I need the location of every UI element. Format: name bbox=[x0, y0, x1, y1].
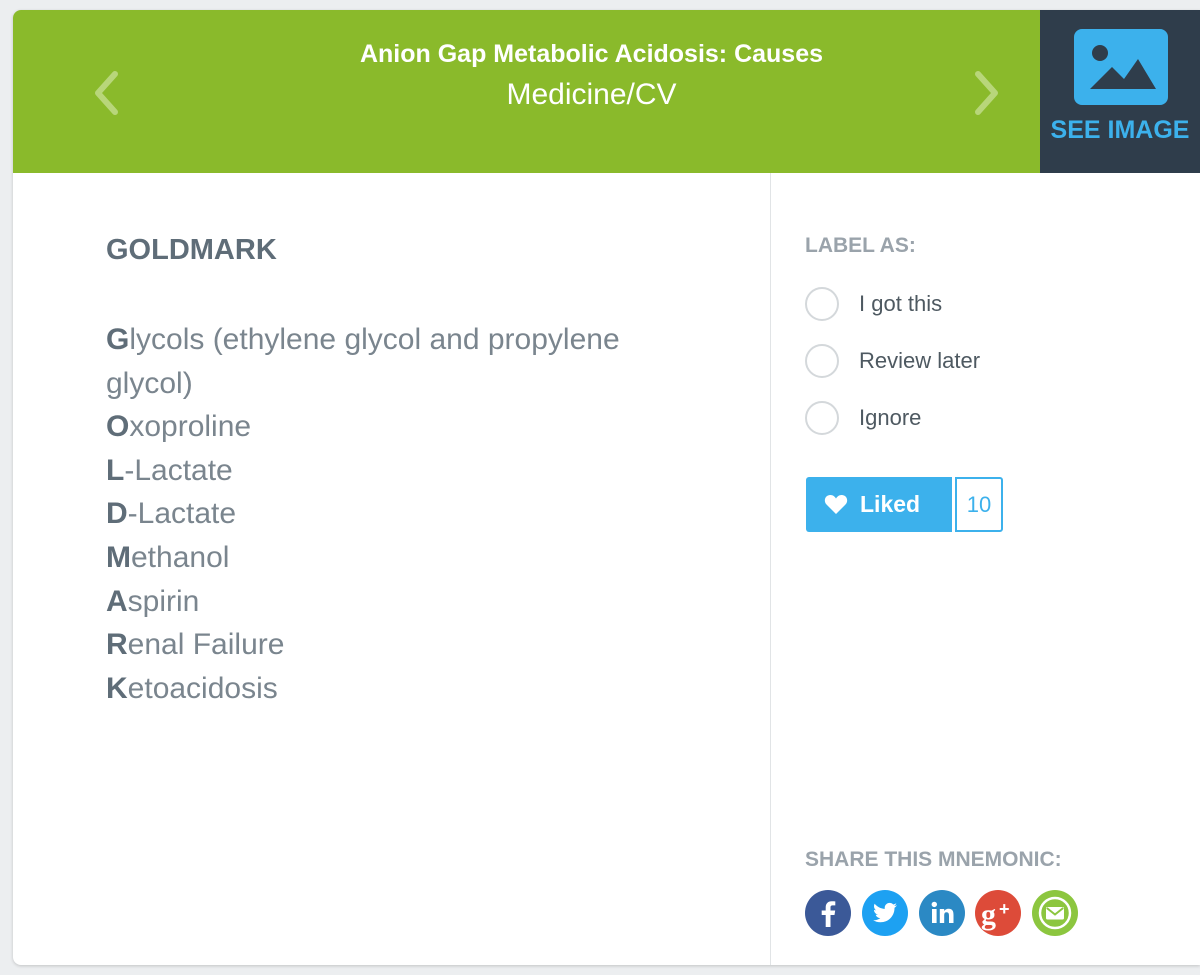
email-icon bbox=[1032, 890, 1078, 936]
mnemonic-text: -Lactate bbox=[127, 497, 237, 531]
mnemonic-card: Anion Gap Metabolic Acidosis: Causes Med… bbox=[13, 10, 1200, 965]
like-label: Liked bbox=[860, 491, 921, 517]
see-image-button[interactable]: SEE IMAGE bbox=[1040, 10, 1200, 173]
mnemonic-item: Glycols (ethylene glycol and propylene g… bbox=[106, 318, 706, 405]
twitter-icon bbox=[862, 890, 908, 936]
card-title: Anion Gap Metabolic Acidosis: Causes bbox=[359, 40, 824, 68]
mnemonic-text: lycols (ethylene glycol and propylene gl… bbox=[106, 323, 620, 400]
facebook-share-button[interactable] bbox=[805, 890, 851, 936]
mnemonic-item: Aspirin bbox=[106, 580, 706, 624]
mnemonic-text: enal Failure bbox=[127, 628, 285, 662]
heart-icon bbox=[824, 494, 848, 514]
like-count: 10 bbox=[955, 477, 1003, 532]
mnemonic-initial: A bbox=[106, 584, 128, 618]
mnemonic-text: xoproline bbox=[129, 410, 252, 444]
radio-label: Ignore bbox=[859, 405, 922, 430]
mnemonic-initial: D bbox=[106, 497, 128, 531]
linkedin-icon bbox=[919, 890, 965, 936]
mnemonic-text: -Lactate bbox=[124, 453, 233, 487]
radio-label: Review later bbox=[859, 348, 981, 373]
mnemonic-initial: K bbox=[106, 671, 128, 705]
mnemonic-text: ethanol bbox=[131, 540, 230, 574]
email-share-button[interactable] bbox=[1032, 890, 1078, 936]
svg-text:+: + bbox=[999, 899, 1010, 919]
svg-text:g: g bbox=[981, 898, 996, 931]
mnemonic-item: D-Lactate bbox=[106, 492, 706, 536]
like-button[interactable]: Liked bbox=[806, 477, 952, 532]
radio-button[interactable] bbox=[805, 401, 839, 435]
mnemonic-initial: G bbox=[106, 323, 130, 356]
twitter-share-button[interactable] bbox=[862, 890, 908, 936]
radio-button[interactable] bbox=[805, 344, 839, 378]
mnemonic-item: Methanol bbox=[106, 536, 706, 580]
facebook-icon bbox=[805, 890, 851, 936]
chevron-right-icon bbox=[975, 71, 998, 115]
label-as-heading: LABEL AS: bbox=[805, 234, 916, 257]
linkedin-share-button[interactable] bbox=[919, 890, 965, 936]
next-button[interactable] bbox=[958, 68, 1008, 118]
radio-button[interactable] bbox=[805, 287, 839, 321]
mnemonic-item: Renal Failure bbox=[106, 623, 706, 667]
mnemonic-list: Glycols (ethylene glycol and propylene g… bbox=[106, 318, 706, 710]
mnemonic-text: spirin bbox=[127, 584, 200, 618]
mnemonic-initial: M bbox=[106, 540, 131, 574]
divider bbox=[770, 173, 771, 965]
google-plus-share-button[interactable]: g + bbox=[975, 890, 1021, 936]
card-header: Anion Gap Metabolic Acidosis: Causes Med… bbox=[13, 10, 1200, 173]
image-icon bbox=[1074, 29, 1168, 105]
mnemonic-item: L-Lactate bbox=[106, 449, 706, 493]
mnemonic-text: etoacidosis bbox=[127, 671, 278, 705]
see-image-label: SEE IMAGE bbox=[1050, 116, 1190, 144]
mnemonic-item: Ketoacidosis bbox=[106, 667, 706, 711]
mnemonic-initial: R bbox=[106, 628, 128, 662]
mnemonic-initial: O bbox=[106, 410, 130, 444]
mnemonic-item: Oxoproline bbox=[106, 405, 706, 449]
share-heading: SHARE THIS MNEMONIC: bbox=[805, 848, 1062, 871]
radio-label: I got this bbox=[859, 291, 943, 316]
mnemonic-title: GOLDMARK bbox=[106, 234, 277, 266]
google-plus-icon: g + bbox=[975, 890, 1021, 936]
mnemonic-initial: L bbox=[106, 453, 125, 487]
